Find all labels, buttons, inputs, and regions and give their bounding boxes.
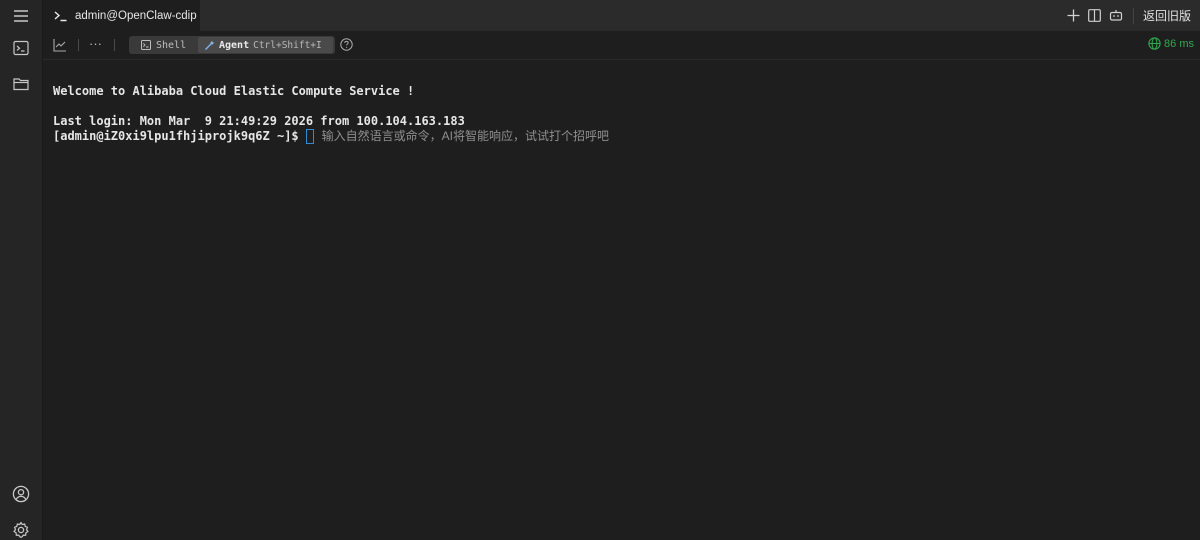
latency-indicator: 86 ms [1148, 37, 1194, 50]
back-to-old-version-link[interactable]: 返回旧版 [1143, 7, 1191, 24]
terminal-cursor [305, 129, 314, 144]
split-view-icon[interactable] [1086, 7, 1104, 25]
shell-icon [141, 40, 151, 50]
terminal-icon[interactable] [11, 38, 31, 58]
divider [1132, 7, 1134, 24]
agent-shortcut: Ctrl+Shift+I [253, 39, 322, 51]
robot-icon[interactable] [1107, 7, 1125, 25]
agent-mode-button[interactable]: Agent Ctrl+Shift+I [198, 37, 333, 53]
sparkle-icon [205, 40, 215, 50]
divider [78, 39, 79, 51]
agent-mode-label: Agent [219, 39, 250, 51]
settings-icon[interactable] [11, 520, 31, 540]
more-options-button[interactable]: ··· [89, 36, 102, 51]
welcome-message: Welcome to Alibaba Cloud Elastic Compute… [53, 84, 415, 98]
shell-prompt: [admin@iZ0xi9lpu1fhjiprojk9q6Z ~]$ [53, 129, 299, 143]
tab-bar: admin@OpenClaw-cdip 返回旧版 [43, 0, 1200, 31]
terminal-output[interactable]: Welcome to Alibaba Cloud Elastic Compute… [53, 84, 1200, 144]
globe-icon [1148, 37, 1161, 50]
prompt-line: [admin@iZ0xi9lpu1fhjiprojk9q6Z ~]$ 输入自然语… [53, 129, 1200, 144]
shell-mode-label: Shell [156, 39, 187, 51]
tab-bar-actions: 返回旧版 [1062, 0, 1200, 31]
chart-icon[interactable] [53, 38, 67, 52]
session-tab-title: admin@OpenClaw-cdip [75, 9, 197, 22]
terminal-prompt-icon [54, 10, 67, 21]
mode-switch: Shell Agent Ctrl+Shift+I [129, 36, 335, 54]
input-placeholder[interactable]: 输入自然语言或命令，AI将智能响应，试试打个招呼吧 [322, 129, 609, 144]
help-icon[interactable] [340, 38, 353, 51]
shell-mode-button[interactable]: Shell [135, 37, 195, 53]
last-login-line: Last login: Mon Mar 9 21:49:29 2026 from… [53, 114, 465, 128]
menu-icon[interactable] [11, 6, 31, 26]
folder-icon[interactable] [11, 74, 31, 94]
terminal-toolbar: ··· Shell Agent Ctrl+Shift+I 86 ms [43, 31, 1200, 60]
left-sidebar [0, 0, 43, 540]
divider [114, 39, 115, 51]
session-tab[interactable]: admin@OpenClaw-cdip [43, 0, 200, 31]
plus-icon[interactable] [1065, 7, 1083, 25]
user-icon[interactable] [11, 484, 31, 504]
latency-value: 86 ms [1164, 37, 1194, 50]
